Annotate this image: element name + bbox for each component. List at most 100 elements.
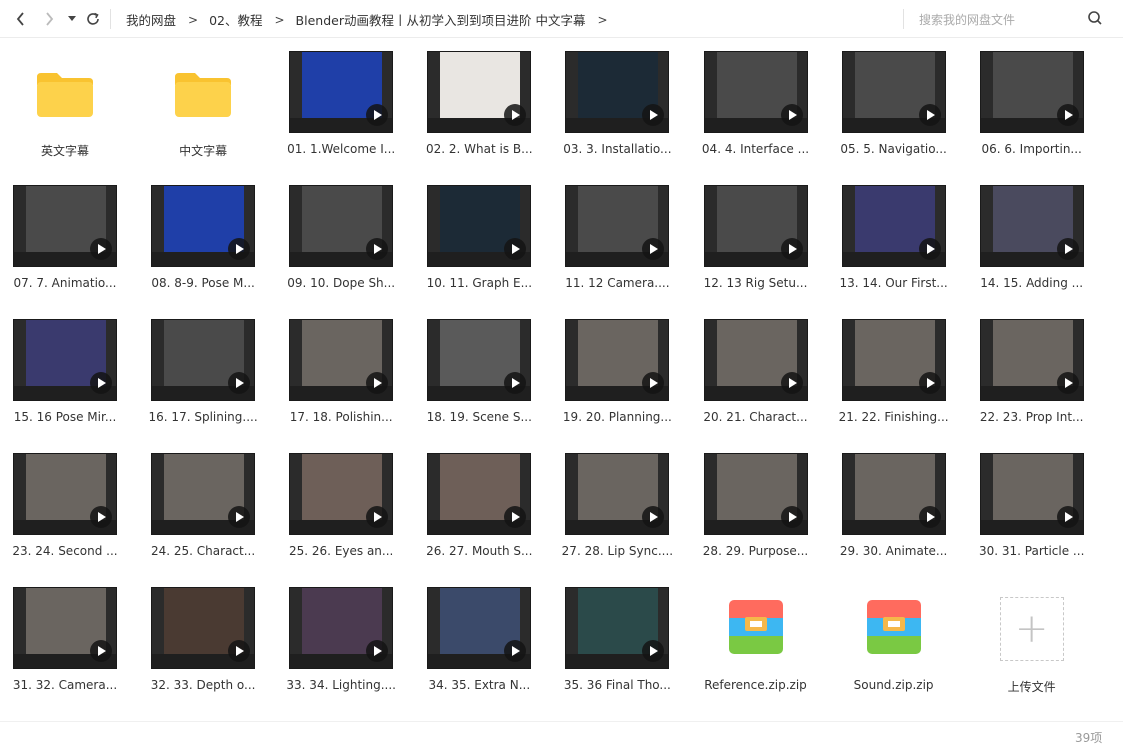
file-name: 上传文件 <box>1007 680 1056 694</box>
video-item[interactable]: 32. 33. Depth o... <box>138 574 268 694</box>
zip-archive-icon <box>728 600 783 654</box>
plus-icon: + <box>999 597 1064 661</box>
video-thumbnail <box>151 587 256 669</box>
refresh-button[interactable] <box>82 8 104 30</box>
video-item[interactable]: 06. 6. Importin... <box>967 38 1097 158</box>
video-item[interactable]: 25. 26. Eyes an... <box>276 440 406 560</box>
video-item[interactable]: 01. 1.Welcome I... <box>276 38 406 158</box>
file-name: 21. 22. Finishing... <box>838 410 949 424</box>
video-item[interactable]: 20. 21. Charact... <box>691 306 821 426</box>
video-item[interactable]: 15. 16 Pose Mir... <box>0 306 130 426</box>
play-icon <box>90 506 112 528</box>
video-thumbnail <box>565 51 670 133</box>
file-name: 20. 21. Charact... <box>703 410 808 424</box>
video-item[interactable]: 31. 32. Camera... <box>0 574 130 694</box>
breadcrumb-separator: > <box>274 12 285 27</box>
play-icon <box>1056 238 1079 260</box>
file-name: 01. 1.Welcome I... <box>287 142 396 156</box>
search-input[interactable]: 搜索我的网盘文件 <box>919 11 1015 28</box>
play-icon <box>918 104 941 126</box>
video-item[interactable]: 21. 22. Finishing... <box>829 306 959 426</box>
video-item[interactable]: 22. 23. Prop Int... <box>967 306 1097 426</box>
file-name: Reference.zip.zip <box>704 678 807 692</box>
file-name: 03. 3. Installatio... <box>563 142 672 156</box>
video-item[interactable]: 05. 5. Navigatio... <box>829 38 959 158</box>
file-name: 32. 33. Depth o... <box>150 678 256 692</box>
file-name: 26. 27. Mouth S... <box>426 544 533 558</box>
file-name: 中文字幕 <box>179 144 228 158</box>
video-item[interactable]: 34. 35. Extra N... <box>414 574 544 694</box>
footer-divider <box>0 721 1123 722</box>
video-item[interactable]: 17. 18. Polishin... <box>276 306 406 426</box>
chevron-right-icon <box>46 12 54 26</box>
video-item[interactable]: 12. 13 Rig Setu... <box>691 172 821 292</box>
video-thumbnail <box>13 319 117 401</box>
file-name: 04. 4. Interface ... <box>701 142 810 156</box>
video-item[interactable]: 02. 2. What is B... <box>414 38 544 158</box>
breadcrumb-item-root[interactable]: 我的网盘 <box>126 10 176 29</box>
video-item[interactable]: 11. 12 Camera.... <box>552 172 682 292</box>
history-dropdown[interactable] <box>64 8 80 30</box>
video-item[interactable]: 09. 10. Dope Sh... <box>276 172 406 292</box>
video-thumbnail <box>151 319 256 401</box>
file-name: 英文字幕 <box>40 144 89 158</box>
video-item[interactable]: 03. 3. Installatio... <box>552 38 682 158</box>
back-button[interactable] <box>10 8 32 30</box>
file-grid: 英文字幕 中文字幕 01. 1.Welcome I... 02. 2. What is… <box>0 38 1123 721</box>
video-thumbnail <box>13 453 117 535</box>
upload-file-button[interactable]: + 上传文件 <box>967 574 1097 694</box>
file-name: 09. 10. Dope Sh... <box>287 276 396 290</box>
video-item[interactable]: 24. 25. Charact... <box>138 440 268 560</box>
file-name: 17. 18. Polishin... <box>289 410 393 424</box>
video-item[interactable]: 28. 29. Purpose... <box>691 440 821 560</box>
caret-down-icon <box>68 16 76 21</box>
video-thumbnail <box>427 185 532 267</box>
video-thumbnail <box>289 453 394 535</box>
video-item[interactable]: 04. 4. Interface ... <box>691 38 821 158</box>
video-item[interactable]: 27. 28. Lip Sync.... <box>552 440 682 560</box>
breadcrumb-item-current[interactable]: Blender动画教程丨从初学入到到项目进阶 中文字幕 <box>296 10 586 29</box>
file-name: 35. 36 Final Tho... <box>563 678 671 692</box>
video-thumbnail <box>289 185 394 267</box>
video-item[interactable]: 29. 30. Animate... <box>829 440 959 560</box>
folder-item[interactable]: 英文字幕 <box>0 38 130 158</box>
video-item[interactable]: 30. 31. Particle ... <box>967 440 1097 560</box>
video-item[interactable]: 16. 17. Splining.... <box>138 306 268 426</box>
video-item[interactable]: 35. 36 Final Tho... <box>552 574 682 694</box>
play-icon <box>1056 372 1079 394</box>
play-icon <box>90 372 112 394</box>
file-name: 10. 11. Graph E... <box>426 276 533 290</box>
video-item[interactable]: 10. 11. Graph E... <box>414 172 544 292</box>
zip-item[interactable]: Sound.zip.zip <box>829 574 959 694</box>
video-thumbnail <box>979 319 1084 401</box>
chevron-left-icon <box>16 12 24 26</box>
search-icon[interactable] <box>1087 10 1103 26</box>
video-item[interactable]: 19. 20. Planning... <box>552 306 682 426</box>
play-icon <box>228 238 251 260</box>
video-thumbnail <box>289 51 394 133</box>
play-icon <box>228 640 251 662</box>
video-thumbnail <box>841 185 946 267</box>
file-name: 06. 6. Importin... <box>981 142 1082 156</box>
video-item[interactable]: 33. 34. Lighting.... <box>276 574 406 694</box>
video-item[interactable]: 08. 8-9. Pose M... <box>138 172 268 292</box>
video-item[interactable]: 07. 7. Animatio... <box>0 172 130 292</box>
video-thumbnail <box>427 453 532 535</box>
search-divider <box>903 9 904 29</box>
video-item[interactable]: 23. 24. Second ... <box>0 440 130 560</box>
folder-item[interactable]: 中文字幕 <box>138 38 268 158</box>
video-thumbnail <box>703 185 808 267</box>
zip-item[interactable]: Reference.zip.zip <box>691 574 821 694</box>
video-item[interactable]: 14. 15. Adding ... <box>967 172 1097 292</box>
breadcrumb-item-tutorials[interactable]: 02、教程 <box>209 10 262 29</box>
file-name: 16. 17. Splining.... <box>148 410 258 424</box>
play-icon <box>90 640 112 662</box>
video-thumbnail <box>979 51 1084 133</box>
folder-icon <box>37 73 93 117</box>
forward-button[interactable] <box>38 8 60 30</box>
video-thumbnail <box>289 587 394 669</box>
video-item[interactable]: 13. 14. Our First... <box>829 172 959 292</box>
file-name: 02. 2. What is B... <box>426 142 533 156</box>
video-item[interactable]: 18. 19. Scene S... <box>414 306 544 426</box>
video-item[interactable]: 26. 27. Mouth S... <box>414 440 544 560</box>
